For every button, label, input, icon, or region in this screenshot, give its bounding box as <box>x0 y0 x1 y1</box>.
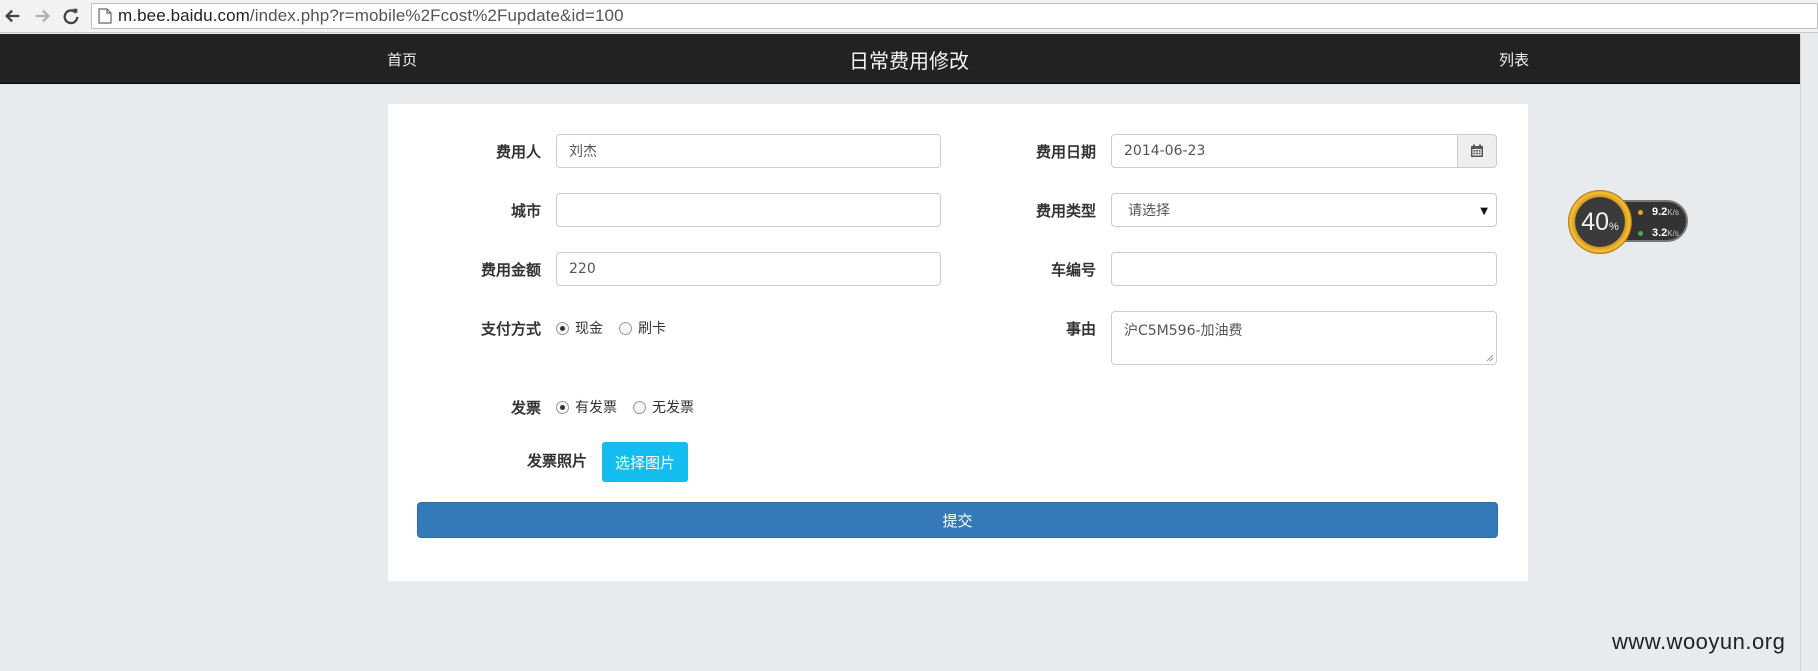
type-select[interactable]: 请选择 ▼ <box>1111 193 1497 227</box>
caret-down-icon: ▼ <box>1480 206 1488 217</box>
page-title: 日常费用修改 <box>849 49 969 73</box>
invoice-yes-label[interactable]: 有发票 <box>575 397 617 417</box>
payment-card-radio[interactable] <box>619 321 632 335</box>
calendar-icon <box>1471 144 1483 157</box>
payment-radio-group: 现金 刷卡 <box>556 318 682 338</box>
invoice-no-label[interactable]: 无发票 <box>652 397 694 417</box>
city-input[interactable] <box>556 193 941 227</box>
invoice-photo-label: 发票照片 <box>526 452 587 470</box>
page-icon <box>98 8 112 24</box>
car-no-input[interactable] <box>1111 252 1497 286</box>
app-navbar: 首页 日常费用修改 列表 <box>0 34 1818 84</box>
submit-button[interactable]: 提交 <box>417 502 1498 538</box>
reason-text: 沪C5M596-加油费 <box>1124 323 1243 339</box>
choose-image-button[interactable]: 选择图片 <box>602 442 688 482</box>
network-speed-widget[interactable]: 9.2K/s 3.2K/s 40% <box>1568 186 1694 258</box>
resize-grip-icon[interactable] <box>1486 354 1494 362</box>
invoice-radio-group: 有发票 无发票 <box>556 397 710 417</box>
invoice-no-radio[interactable] <box>633 400 646 414</box>
url-path: /index.php?r=mobile%2Fcost%2Fupdate&id=1… <box>249 6 624 25</box>
list-link[interactable]: 列表 <box>1499 49 1529 70</box>
reload-icon <box>63 8 79 25</box>
download-dot-icon <box>1638 231 1643 236</box>
date-picker-button[interactable] <box>1457 134 1497 168</box>
city-label: 城市 <box>510 202 541 220</box>
amount-input[interactable]: 220 <box>556 252 941 286</box>
reason-label: 事由 <box>1065 320 1096 338</box>
type-label: 费用类型 <box>1035 202 1096 220</box>
memory-percent-value: 40 <box>1581 207 1610 236</box>
upload-dot-icon <box>1638 210 1643 215</box>
payer-label: 费用人 <box>495 143 541 161</box>
page-scrollbar[interactable] <box>1800 34 1818 671</box>
car-no-label: 车编号 <box>1050 261 1096 279</box>
download-speed-value: 3.2 <box>1652 227 1668 239</box>
invoice-label: 发票 <box>510 399 541 417</box>
upload-speed: 9.2K/s <box>1652 206 1679 218</box>
payment-cash-radio[interactable] <box>556 321 569 335</box>
reload-button[interactable] <box>60 5 82 27</box>
url-text: m.bee.baidu.com/index.php?r=mobile%2Fcos… <box>118 6 624 26</box>
payment-cash-label[interactable]: 现金 <box>575 318 603 338</box>
upload-speed-unit: K/s <box>1667 208 1679 217</box>
browser-toolbar: m.bee.baidu.com/index.php?r=mobile%2Fcos… <box>0 0 1818 33</box>
date-input[interactable]: 2014-06-23 <box>1111 134 1458 168</box>
payment-card-label[interactable]: 刷卡 <box>638 318 666 338</box>
memory-percent: 40% <box>1581 208 1619 237</box>
payment-label: 支付方式 <box>480 320 541 338</box>
forward-arrow-icon <box>35 9 50 23</box>
forward-button[interactable] <box>31 5 53 27</box>
memory-gauge: 40% <box>1568 190 1632 254</box>
download-speed-unit: K/s <box>1667 229 1679 238</box>
amount-label: 费用金额 <box>480 261 541 279</box>
download-speed: 3.2K/s <box>1652 227 1679 239</box>
date-label: 费用日期 <box>1035 143 1096 161</box>
type-selected-value: 请选择 <box>1128 203 1170 219</box>
url-host: m.bee.baidu.com <box>118 6 250 25</box>
invoice-yes-radio[interactable] <box>556 400 569 414</box>
upload-speed-value: 9.2 <box>1652 206 1668 218</box>
expense-form: 费用人 刘杰 费用日期 2014-06-23 城市 费用类型 请选择 ▼ 费用金… <box>388 104 1528 581</box>
watermark: www.wooyun.org <box>1612 629 1786 654</box>
back-button[interactable] <box>2 5 24 27</box>
address-bar[interactable]: m.bee.baidu.com/index.php?r=mobile%2Fcos… <box>91 3 1818 29</box>
memory-percent-unit: % <box>1609 220 1619 233</box>
back-arrow-icon <box>5 9 20 23</box>
reason-textarea[interactable]: 沪C5M596-加油费 <box>1111 311 1497 365</box>
payer-input[interactable]: 刘杰 <box>556 134 941 168</box>
